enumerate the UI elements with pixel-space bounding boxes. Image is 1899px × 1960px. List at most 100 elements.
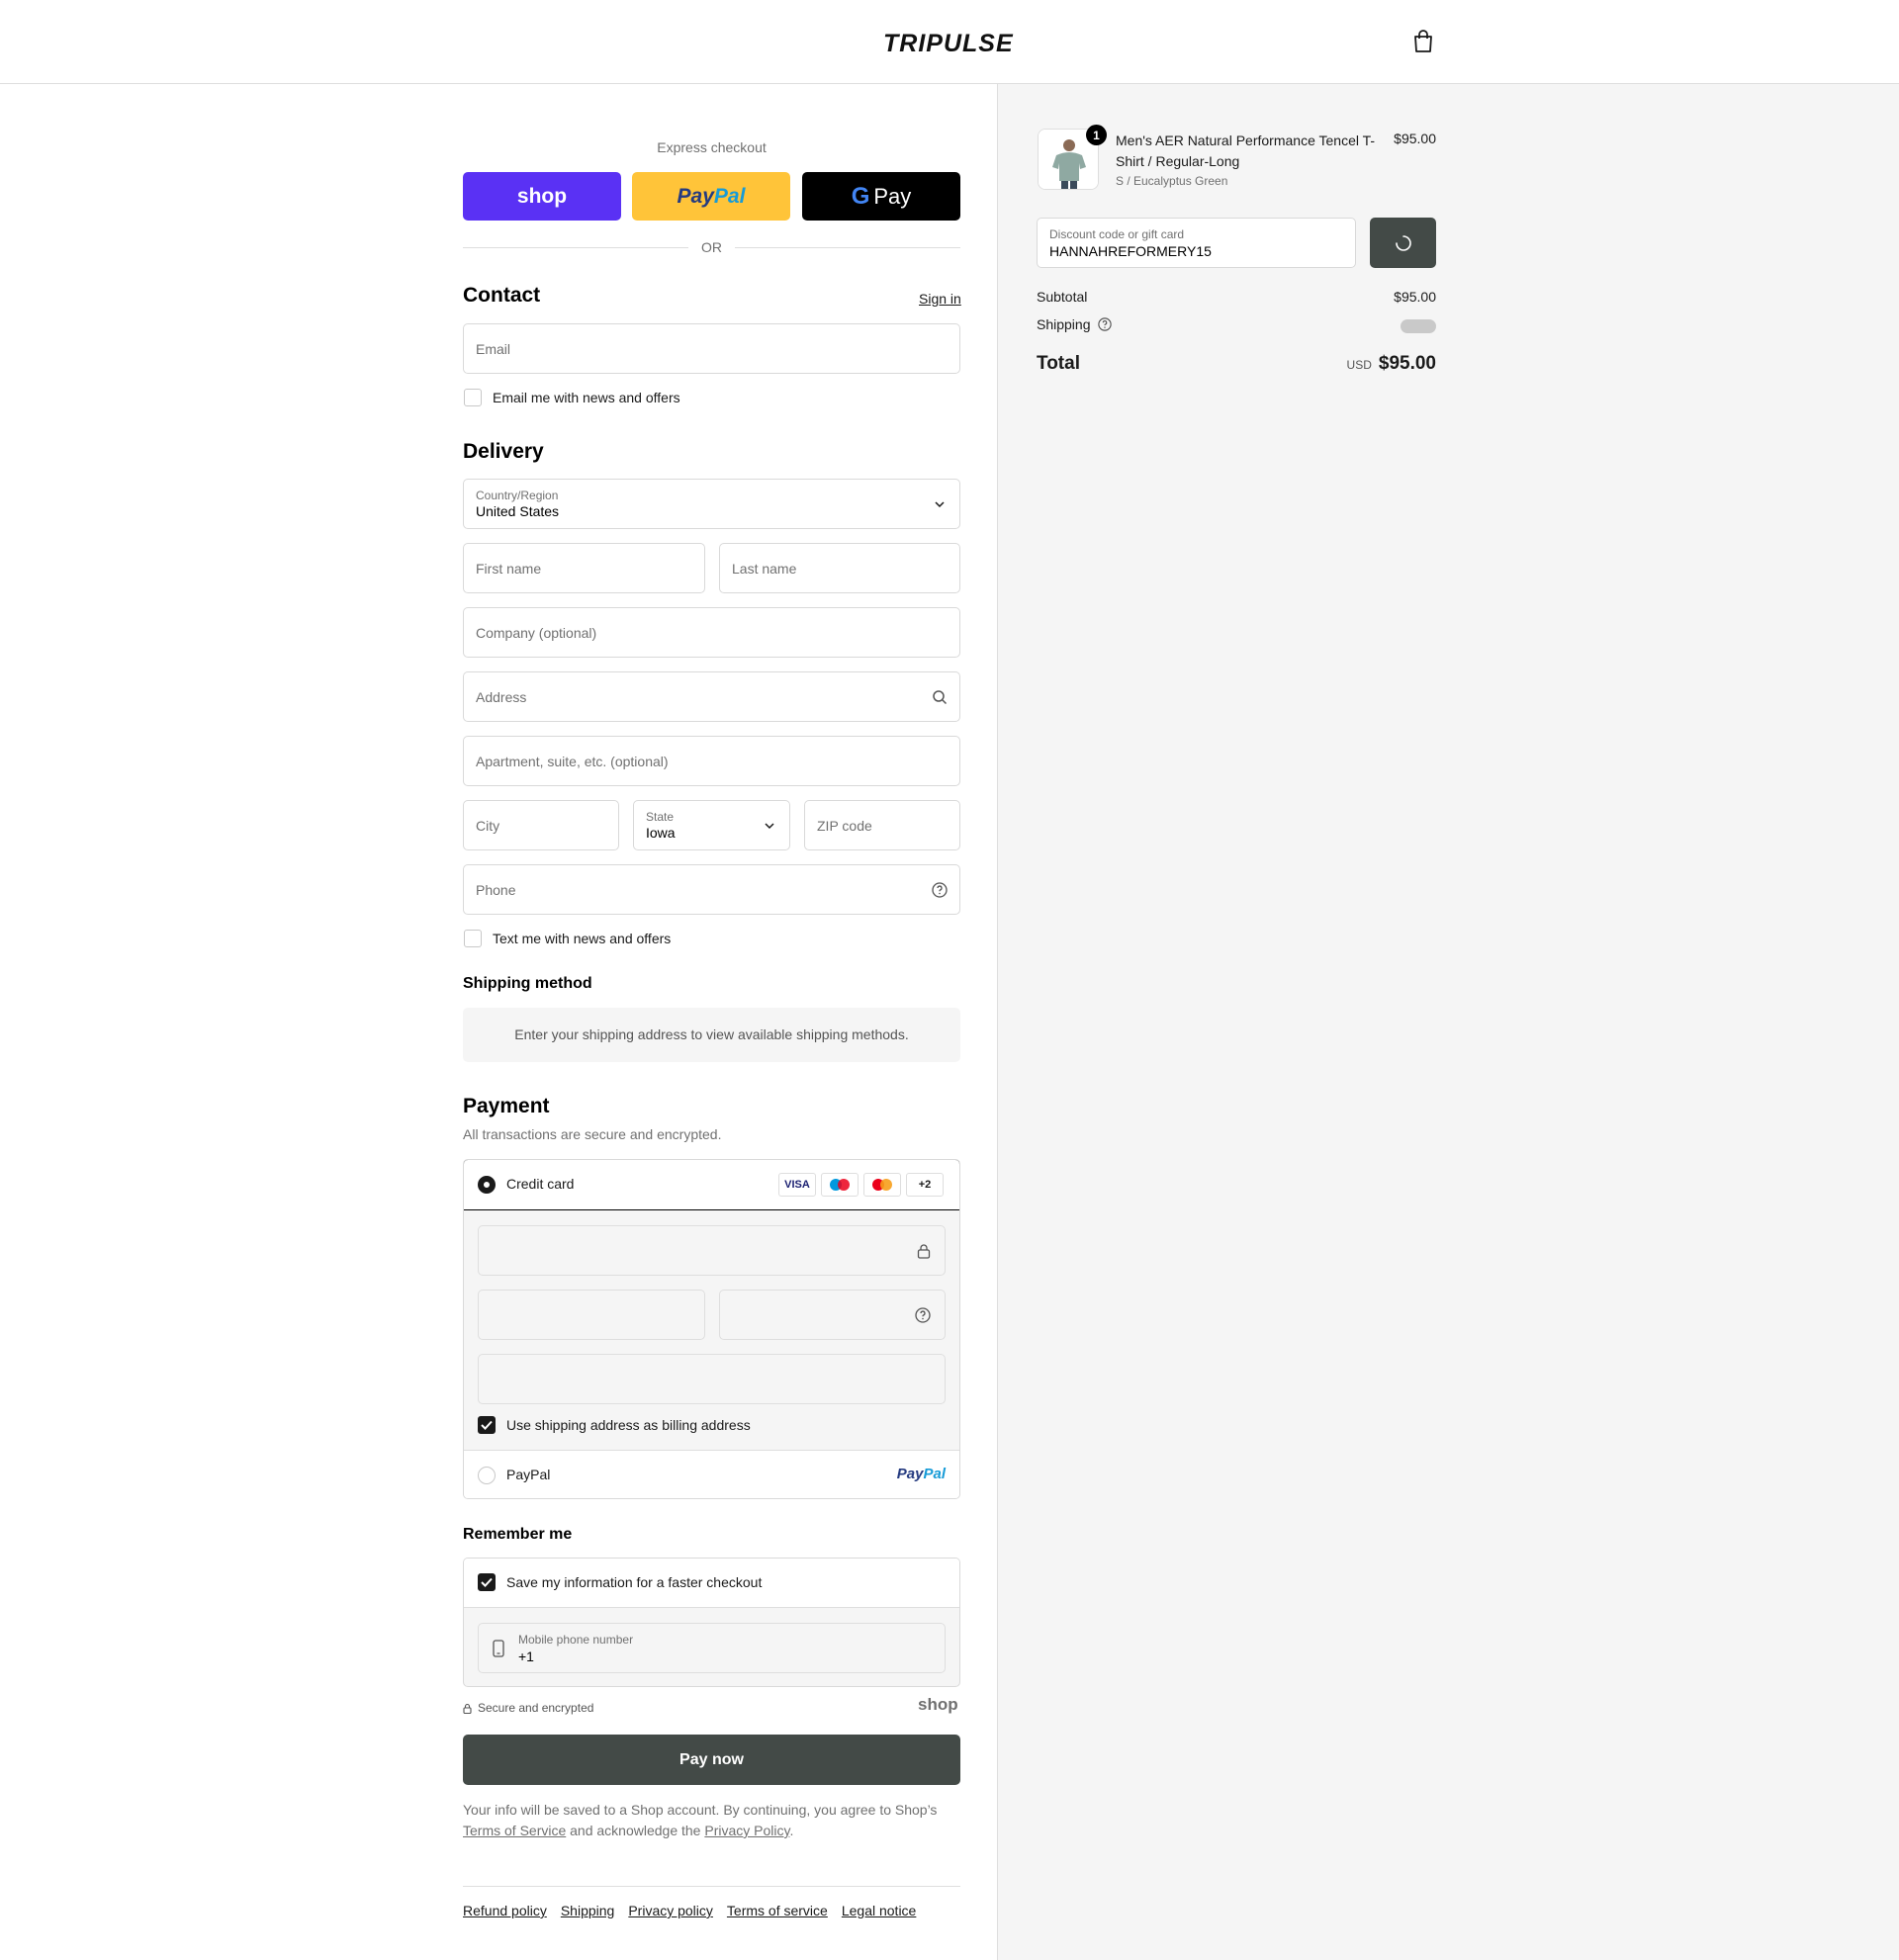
pay-now-button[interactable]: Pay now [463,1735,960,1785]
remember-me-heading: Remember me [463,1526,573,1543]
mobile-phone-field[interactable]: Mobile phone number +1 [478,1623,946,1673]
search-icon [933,690,948,705]
or-divider: OR [463,237,960,257]
billing-address-checkbox[interactable] [478,1416,496,1434]
google-pay-button[interactable]: G Pay [802,172,960,221]
help-circle-icon[interactable] [1097,317,1112,331]
chevron-down-icon [935,501,945,508]
chevron-down-icon [765,823,774,830]
terms-of-service-footer-link[interactable]: Terms of service [727,1903,828,1918]
terms-of-service-link[interactable]: Terms of Service [463,1823,566,1838]
privacy-policy-footer-link[interactable]: Privacy policy [628,1903,713,1918]
city-field[interactable]: City [463,800,619,850]
save-info-label: Save my information for a faster checkou… [506,1574,763,1590]
company-field[interactable]: Company (optional) [463,607,960,658]
product-price: $95.00 [1394,131,1436,146]
expiration-date-field[interactable] [478,1290,705,1340]
shipping-loading-placeholder [1401,319,1436,333]
state-select[interactable]: State Iowa [633,800,790,850]
subtotal-row: Subtotal $95.00 [1037,289,1436,305]
paypal-label: PayPal [506,1467,551,1482]
contact-heading: Contact [463,284,541,307]
security-code-field[interactable] [719,1290,946,1340]
address-placeholder: Address [476,689,527,705]
billing-address-label: Use shipping address as billing address [506,1417,751,1433]
credit-card-option[interactable]: Credit card VISA +2 [464,1160,959,1210]
privacy-policy-link[interactable]: Privacy Policy [704,1823,789,1838]
help-circle-icon[interactable] [915,1307,931,1323]
name-on-card-field[interactable] [478,1354,946,1404]
mobile-phone-icon [493,1640,504,1657]
zip-field[interactable]: ZIP code [804,800,960,850]
email-news-checkbox[interactable] [464,389,482,406]
text-news-checkbox-row[interactable]: Text me with news and offers [464,930,671,947]
quantity-badge: 1 [1086,125,1107,145]
paypal-logo-part-2: Pal [713,184,746,208]
paypal-logo-part-2: Pal [923,1466,946,1482]
apartment-placeholder: Apartment, suite, etc. (optional) [476,754,669,769]
state-value: Iowa [646,825,676,841]
header: TRIPULSE [0,0,1899,84]
save-info-checkbox-row[interactable]: Save my information for a faster checkou… [478,1573,762,1591]
shopping-bag-icon[interactable] [1412,30,1434,53]
legal-text-1: Your info will be saved to a Shop accoun… [463,1802,938,1818]
billing-address-checkbox-row[interactable]: Use shipping address as billing address [478,1416,751,1434]
phone-placeholder: Phone [476,882,516,898]
address-field[interactable]: Address [463,671,960,722]
shop-pay-label: shop [516,184,568,208]
country-value: United States [476,503,560,519]
legal-notice-link[interactable]: Legal notice [842,1903,917,1918]
text-news-label: Text me with news and offers [493,931,672,946]
shipping-method-note: Enter your shipping address to view avai… [463,1008,960,1062]
apartment-field[interactable]: Apartment, suite, etc. (optional) [463,736,960,786]
refund-policy-link[interactable]: Refund policy [463,1903,547,1918]
legal-text-3: . [789,1823,794,1838]
paypal-option[interactable]: PayPal PayPal [464,1450,959,1498]
help-circle-icon[interactable] [932,882,948,898]
phone-field[interactable]: Phone [463,864,960,915]
sign-in-link[interactable]: Sign in [919,291,961,307]
paypal-logo: PayPal [897,1466,946,1482]
shipping-policy-link[interactable]: Shipping [561,1903,615,1918]
state-label: State [646,810,675,824]
shop-pay-button[interactable]: shop [463,172,621,221]
total-amount: USD $95.00 [1347,353,1436,375]
shipping-label: Shipping [1037,316,1091,332]
first-name-placeholder: First name [476,561,542,577]
card-number-field[interactable] [478,1225,946,1276]
total-row: Total USD $95.00 [1037,353,1436,375]
save-info-row[interactable]: Save my information for a faster checkou… [464,1559,959,1608]
country-label: Country/Region [476,489,559,502]
email-news-checkbox-row[interactable]: Email me with news and offers [464,389,680,406]
email-field[interactable]: Email [463,323,960,374]
product-variant: S / Eucalyptus Green [1116,174,1228,188]
brand-logo[interactable]: TRIPULSE [883,30,1014,58]
country-select[interactable]: Country/Region United States [463,479,960,529]
google-g-icon: G [851,182,870,210]
paypal-radio[interactable] [478,1467,496,1484]
express-checkout-label: Express checkout [657,139,767,155]
subtotal-label: Subtotal [1037,289,1088,305]
remember-me-box: Save my information for a faster checkou… [463,1558,960,1687]
product-name: Men's AER Natural Performance Tencel T-S… [1116,133,1376,169]
last-name-field[interactable]: Last name [719,543,960,593]
checkmark-icon [481,1420,493,1430]
credit-card-radio[interactable] [478,1176,496,1194]
footer-divider [463,1886,960,1887]
secure-note: Secure and encrypted [463,1701,593,1715]
apply-discount-button[interactable] [1370,218,1436,268]
first-name-field[interactable]: First name [463,543,705,593]
text-news-checkbox[interactable] [464,930,482,947]
save-info-checkbox[interactable] [478,1573,496,1591]
delivery-heading: Delivery [463,440,544,463]
loading-spinner-icon [1395,234,1411,251]
mastercard-icon [863,1173,901,1197]
checkmark-icon [481,1577,493,1587]
discount-value: HANNAHREFORMERY15 [1049,243,1212,259]
discount-code-field[interactable]: Discount code or gift card HANNAHREFORME… [1037,218,1356,268]
mobile-phone-value: +1 [518,1648,534,1664]
currency-code: USD [1346,358,1372,372]
paypal-express-button[interactable]: Pay Pal [632,172,790,221]
zip-placeholder: ZIP code [817,818,872,834]
company-placeholder: Company (optional) [476,625,597,641]
